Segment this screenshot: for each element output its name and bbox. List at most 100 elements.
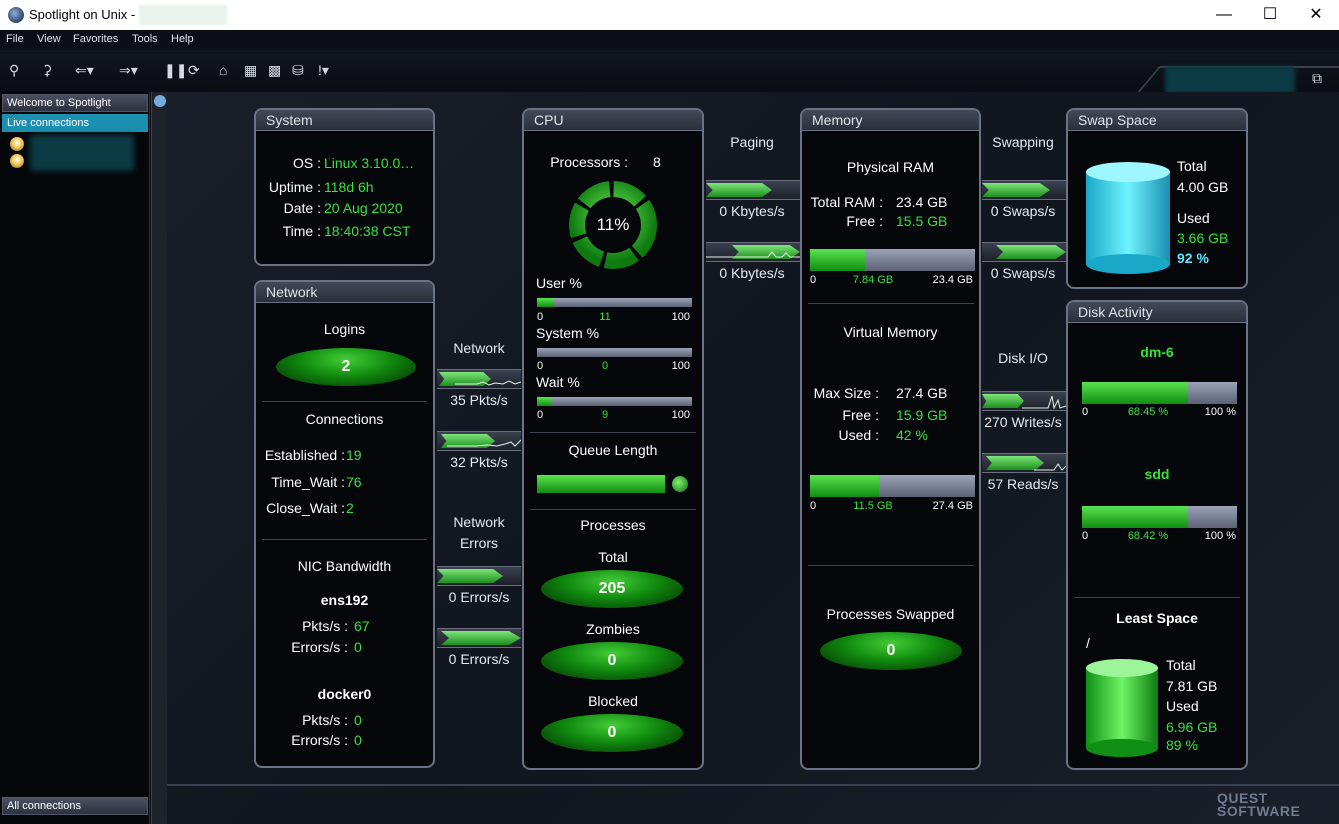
logins-label: Logins (323, 321, 366, 337)
menu-favorites[interactable]: Favorites (73, 33, 118, 45)
disk1-min: 0 (1082, 406, 1089, 418)
table-icon[interactable]: ▦ (244, 62, 257, 78)
disk-total-value: 7.81 GB (1166, 678, 1218, 694)
cylinder-bottom (1086, 254, 1170, 274)
mount-point: / (1086, 635, 1090, 651)
system-pct-bar[interactable] (537, 348, 692, 357)
uptime-value: 118d 6h (324, 179, 374, 195)
swap-used-pct: 92 % (1177, 250, 1209, 266)
disk1-value: 68.45 % (1127, 406, 1169, 418)
sidebar-live-connections[interactable]: Live connections (2, 114, 148, 132)
cpu-panel[interactable]: CPU Processors : 8 11% User % 0 11 100 S… (522, 108, 704, 770)
free-ram-value: 15.5 GB (896, 213, 948, 229)
flow-arrow (441, 631, 521, 645)
nic1-errors-label: Errors/s : (291, 639, 348, 655)
user-pct-label: User % (536, 275, 582, 291)
bar-fill (810, 475, 880, 497)
blocked-indicator[interactable]: 0 (541, 714, 683, 752)
established-value: 19 (346, 447, 362, 463)
disk2-bar[interactable] (1082, 506, 1237, 528)
physical-ram-bar[interactable] (810, 249, 975, 271)
disk1-bar[interactable] (1082, 382, 1237, 404)
paging-out-flow[interactable] (706, 242, 800, 262)
network-panel[interactable]: Network Logins 2 Connections Established… (254, 280, 435, 768)
virtual-used-label: Used : (838, 427, 879, 443)
chart-icon[interactable]: ▩ (268, 62, 281, 78)
home-icon[interactable]: ⌂ (219, 62, 227, 78)
network-in-rate: 35 Pkts/s (450, 392, 508, 408)
system-pct-label: System % (536, 325, 600, 341)
quest-logo: QUEST SOFTWARE (1217, 791, 1300, 818)
memory-panel[interactable]: Memory Physical RAM Total RAM : 23.4 GB … (800, 108, 981, 770)
queue-length-bar[interactable] (537, 475, 665, 493)
total-ram-value: 23.4 GB (896, 194, 948, 210)
virt-min: 0 (810, 500, 817, 512)
physical-ram-label: Physical RAM (846, 159, 935, 175)
network-errors-out-flow[interactable] (437, 628, 521, 648)
zombies-indicator[interactable]: 0 (541, 642, 683, 680)
network-in-flow[interactable] (437, 369, 521, 389)
pause-icon[interactable]: ❚❚ (164, 62, 187, 78)
menu-tools[interactable]: Tools (132, 33, 158, 45)
maximize-button[interactable]: ☐ (1247, 0, 1293, 30)
disk-writes-rate: 270 Writes/s (984, 414, 1062, 430)
timewait-value: 76 (346, 474, 362, 490)
processes-swapped-label: Processes Swapped (826, 606, 955, 622)
sidebar-all-connections[interactable]: All connections (2, 797, 148, 815)
close-button[interactable]: ✕ (1293, 0, 1339, 30)
wait-pct-bar[interactable] (537, 397, 692, 406)
bar-fill (537, 298, 555, 307)
alarm-icon[interactable]: !▾ (318, 62, 329, 78)
virtual-free-value: 15.9 GB (896, 407, 948, 423)
disk-reads-flow[interactable] (982, 453, 1066, 473)
virt-used: 11.5 GB (853, 500, 893, 512)
virtual-memory-bar[interactable] (810, 475, 975, 497)
sidebar-welcome[interactable]: Welcome to Spotlight (2, 94, 148, 112)
network-out-flow[interactable] (437, 431, 521, 451)
bar-fill (1082, 382, 1189, 404)
database-icon[interactable]: ⛁ (292, 62, 304, 78)
swap-cylinder-icon (1086, 162, 1170, 274)
blocked-label: Blocked (588, 693, 638, 709)
separator (262, 539, 427, 540)
disconnect-plug-icon[interactable]: ⚳ (42, 62, 52, 78)
paging-in-flow[interactable] (706, 180, 800, 200)
sidebar-splitter[interactable] (151, 92, 167, 824)
connections-icon[interactable]: ⧉ (1312, 70, 1322, 86)
menu-help[interactable]: Help (171, 33, 194, 45)
redacted-server-name (1165, 66, 1295, 94)
wait-pct-label: Wait % (536, 374, 580, 390)
back-arrow-icon[interactable]: ⇐▾ (75, 62, 94, 78)
logins-indicator[interactable]: 2 (276, 348, 416, 386)
disk-used-value: 6.96 GB (1166, 719, 1218, 735)
forward-arrow-icon[interactable]: ⇒▾ (119, 62, 138, 78)
swapping-out-flow[interactable] (982, 242, 1066, 262)
connect-plug-icon[interactable]: ⚲ (9, 62, 19, 78)
cylinder-top (1086, 162, 1170, 182)
linux-penguin-icon[interactable] (10, 137, 24, 151)
max-size-value: 27.4 GB (896, 385, 948, 401)
disk-writes-flow[interactable] (982, 391, 1066, 411)
total-processes-indicator[interactable]: 205 (541, 570, 683, 608)
processes-swapped-indicator[interactable]: 0 (820, 632, 962, 670)
network-errors-in-flow[interactable] (437, 566, 521, 586)
menu-file[interactable]: File (6, 33, 24, 45)
bar-fill (1082, 506, 1189, 528)
disk-activity-panel[interactable]: Disk Activity dm-6 0 68.45 % 100 % sdd 0… (1066, 300, 1248, 770)
user-pct-bar[interactable] (537, 298, 692, 307)
refresh-icon[interactable]: ⟳ (188, 62, 200, 78)
redacted-connection-names (30, 135, 134, 171)
menu-view[interactable]: View (37, 33, 61, 45)
system-panel[interactable]: System OS : Linux 3.10.0… Uptime : 118d … (254, 108, 435, 266)
linux-penguin-icon[interactable] (10, 154, 24, 168)
established-label: Established : (264, 447, 345, 463)
collapse-arrow-icon[interactable] (154, 95, 166, 107)
disk2-min: 0 (1082, 530, 1089, 542)
swap-total-value: 4.00 GB (1177, 179, 1229, 195)
swapping-in-flow[interactable] (982, 180, 1066, 200)
toolbar: ⚲ ⚳ ⇐▾ ⇒▾ ❚❚ ⟳ ⌂ ▦ ▩ ⛁ !▾ ⧉ (0, 50, 1339, 94)
max-size-label: Max Size : (813, 385, 879, 401)
paging-in-rate: 0 Kbytes/s (719, 203, 785, 219)
minimize-button[interactable]: — (1201, 0, 1247, 30)
swap-space-panel[interactable]: Swap Space Total 4.00 GB Used 3.66 GB 92… (1066, 108, 1248, 289)
